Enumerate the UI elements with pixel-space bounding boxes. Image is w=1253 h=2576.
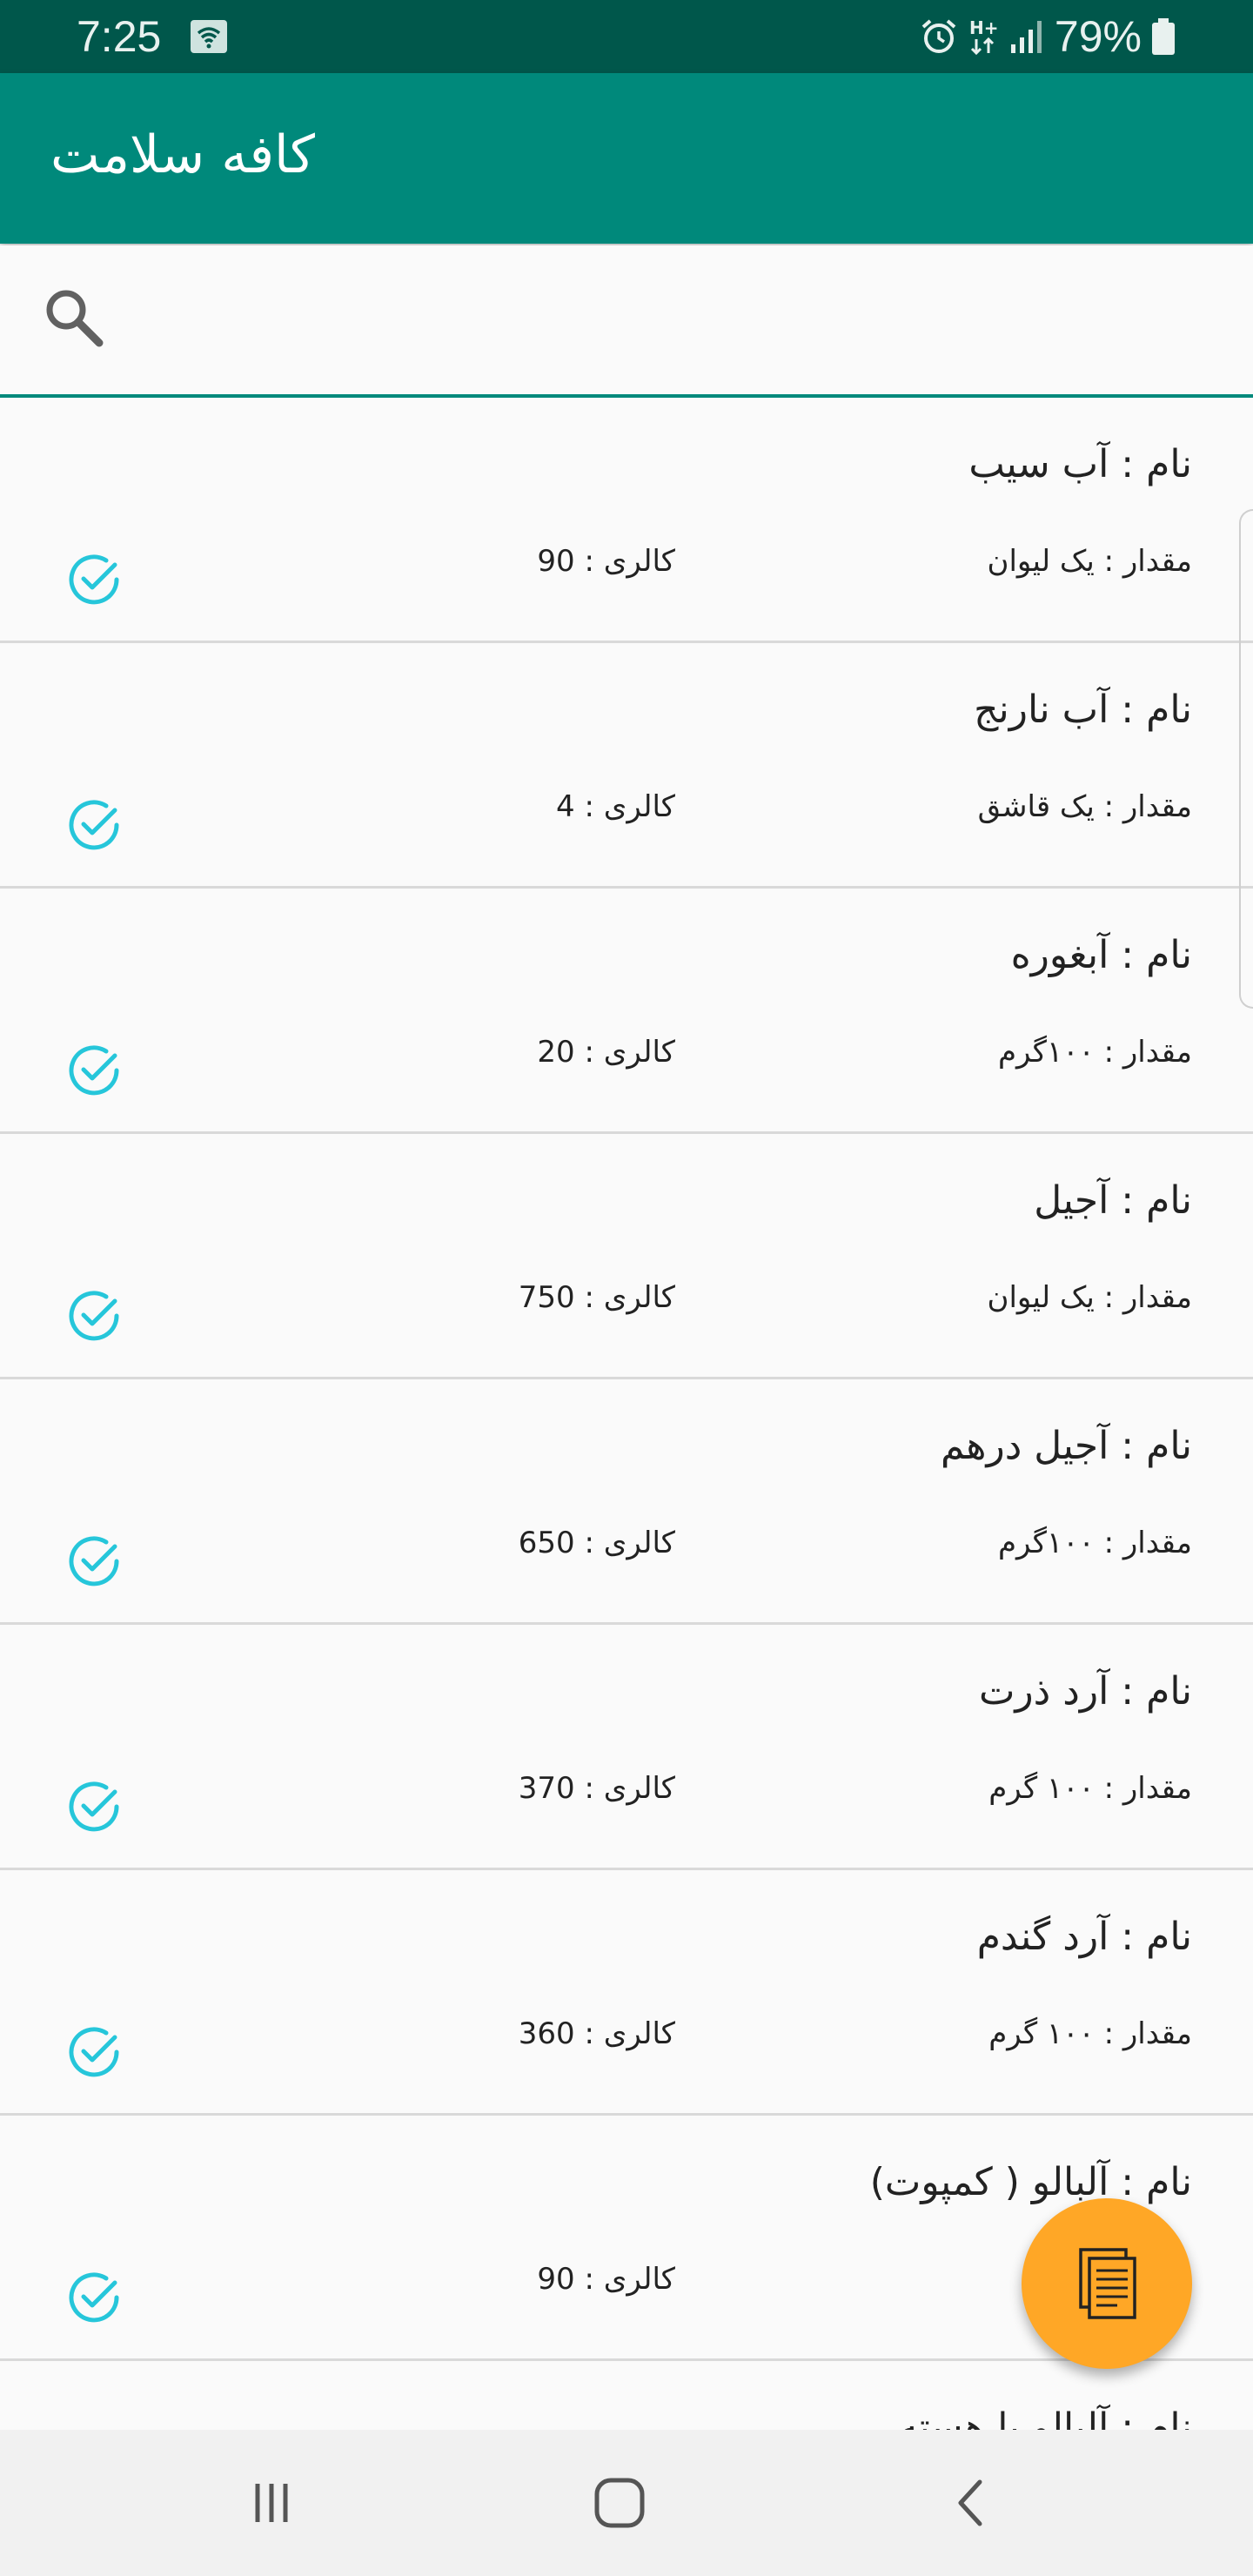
recents-icon: [255, 2484, 288, 2522]
app-bar: کافه سلامت: [0, 73, 1253, 244]
item-name: نام : آب نارنج: [974, 688, 1192, 732]
back-icon: [958, 2479, 982, 2526]
item-name: نام : آرد ذرت: [978, 1669, 1192, 1714]
item-amount: مقدار : یک لیوان: [987, 1280, 1193, 1315]
item-calorie: کالری : 650: [518, 1526, 675, 1560]
item-calorie: کالری : 90: [537, 2262, 675, 2297]
list-item[interactable]: نام : آرد گندم مقدار : ۱۰۰ گرم کالری : 3…: [0, 1870, 1253, 2116]
check-circle-icon[interactable]: [64, 2267, 125, 2328]
document-icon: [1079, 2248, 1136, 2319]
item-name: نام : آلبالو ( کمپوت): [869, 2160, 1192, 2204]
item-calorie: کالری : 90: [537, 544, 675, 579]
item-name: نام : آجیل: [1034, 1178, 1192, 1223]
svg-text:H+: H+: [969, 17, 999, 38]
home-icon: [594, 2478, 645, 2528]
item-calorie: کالری : 750: [518, 1280, 675, 1315]
check-circle-icon[interactable]: [64, 1776, 125, 1837]
item-amount: مقدار : یک قاشق: [977, 789, 1192, 824]
item-calorie: کالری : 370: [518, 1771, 675, 1806]
check-circle-icon[interactable]: [64, 795, 125, 855]
list-item[interactable]: نام : آب سیب مقدار : یک لیوان کالری : 90: [0, 398, 1253, 643]
report-fab-button[interactable]: [1022, 2198, 1192, 2369]
food-list: نام : آب سیب مقدار : یک لیوان کالری : 90…: [0, 398, 1253, 2465]
item-amount: مقدار : ۱۰۰ گرم: [988, 2016, 1192, 2051]
item-name: نام : آبغوره: [1010, 933, 1192, 977]
scrollbar[interactable]: [1239, 509, 1253, 1009]
screen: 7:25 H+ 79% کافه سلامت نام: آب سیب مقدا…: [0, 0, 1253, 2576]
page-title: کافه سلامت: [50, 124, 315, 185]
item-calorie: کالری : 20: [537, 1035, 675, 1070]
status-bar: 7:25 H+ 79%: [0, 0, 1253, 73]
wifi-hotspot-icon: [191, 20, 227, 53]
recents-button[interactable]: [228, 2459, 315, 2546]
item-amount: مقدار : ۱۰۰گرم: [998, 1035, 1192, 1070]
system-nav-bar: [0, 2430, 1253, 2576]
battery-icon: [1152, 18, 1175, 55]
search-input[interactable]: [131, 278, 1213, 359]
list-item[interactable]: نام : آرد ذرت مقدار : ۱۰۰ گرم کالری : 37…: [0, 1625, 1253, 1870]
alarm-icon: [921, 19, 956, 53]
item-name: نام : آرد گندم: [976, 1915, 1192, 1959]
battery-percent: 79%: [1054, 12, 1142, 61]
check-circle-icon[interactable]: [64, 549, 125, 610]
item-amount: مقدار : ۱۰۰ گرم: [988, 1771, 1192, 1806]
item-name: نام : آب سیب: [968, 442, 1192, 486]
item-amount: مقدار : ۱۰۰گرم: [998, 1526, 1192, 1560]
check-circle-icon[interactable]: [64, 1040, 125, 1101]
check-circle-icon[interactable]: [64, 1531, 125, 1592]
back-button[interactable]: [928, 2459, 1015, 2546]
item-calorie: کالری : 360: [518, 2016, 675, 2051]
status-icons: H+ 79%: [919, 9, 1176, 64]
list-item[interactable]: نام : آب نارنج مقدار : یک قاشق کالری : 4: [0, 643, 1253, 889]
item-calorie: کالری : 4: [556, 789, 675, 824]
search-icon[interactable]: [42, 285, 106, 350]
list-item[interactable]: نام : آجیل درهم مقدار : ۱۰۰گرم کالری : 6…: [0, 1379, 1253, 1625]
list-item[interactable]: نام : آجیل مقدار : یک لیوان کالری : 750: [0, 1134, 1253, 1379]
status-time: 7:25: [77, 12, 162, 61]
item-amount: مقدار : یک لیوان: [987, 544, 1193, 579]
signal-icon: [1010, 21, 1042, 53]
home-button[interactable]: [576, 2459, 663, 2546]
check-circle-icon[interactable]: [64, 2022, 125, 2083]
hplus-data-icon: H+: [969, 17, 999, 56]
check-circle-icon[interactable]: [64, 1285, 125, 1346]
item-name: نام : آجیل درهم: [940, 1424, 1192, 1468]
list-item[interactable]: نام : آبغوره مقدار : ۱۰۰گرم کالری : 20: [0, 889, 1253, 1134]
